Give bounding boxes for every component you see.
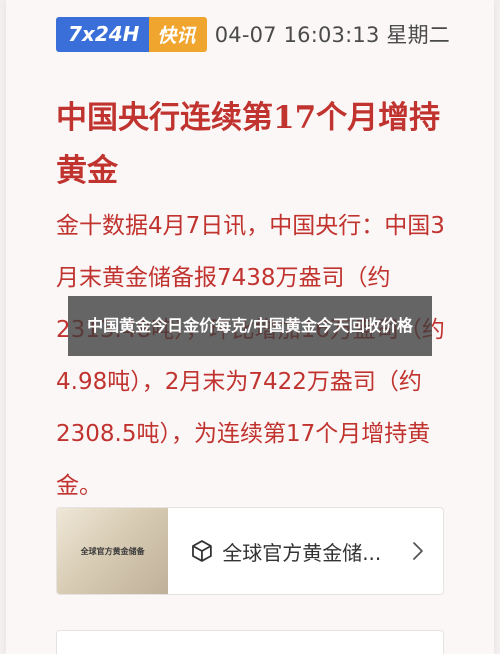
- cube-icon: [192, 540, 213, 562]
- badge-7x24h: 7x24H: [56, 16, 150, 52]
- next-card-edge: [56, 630, 444, 654]
- chevron-right-icon: [413, 542, 423, 560]
- flash-header: 7x24H 快讯 04-07 16:03:13 星期二: [56, 16, 450, 52]
- flash-badge: 7x24H 快讯: [56, 16, 208, 52]
- badge-kuaixun: 快讯: [149, 16, 208, 52]
- related-title: 全球官方黄金储...: [222, 540, 382, 565]
- article-body: 金十数据4月7日讯，中国央行：中国3月末黄金储备报7438万盎司（约2313.4…: [56, 213, 445, 499]
- title-overlay: 中国黄金今日金价每克/中国黄金今天回收价格: [68, 296, 432, 356]
- related-link-card[interactable]: 全球官方黄金储备 全球官方黄金储...: [56, 507, 444, 595]
- article-headline: 中国央行连续第17个月增持黄金: [56, 100, 441, 189]
- timestamp: 04-07 16:03:13 星期二: [214, 23, 450, 47]
- thumbnail-caption: 全球官方黄金储备: [80, 546, 145, 556]
- overlay-text: 中国黄金今日金价每克/中国黄金今天回收价格: [87, 316, 413, 335]
- related-thumbnail: 全球官方黄金储备: [57, 508, 169, 594]
